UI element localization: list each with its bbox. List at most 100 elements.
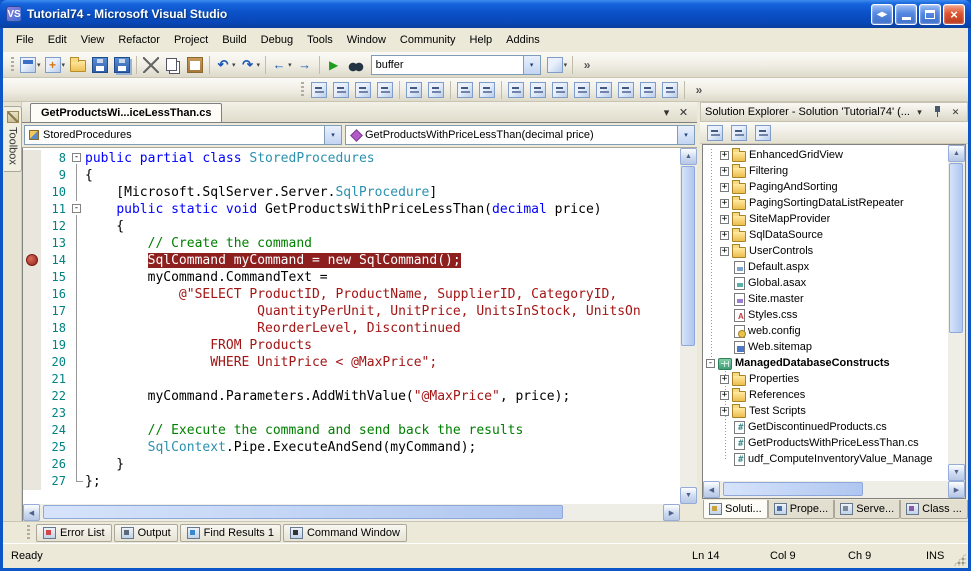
breakpoint-margin[interactable] <box>23 252 41 269</box>
undo-button[interactable]: ↶▾ <box>213 54 238 76</box>
tree-item[interactable]: +Properties <box>703 371 948 387</box>
clear-bookmarks-button[interactable] <box>659 79 681 101</box>
parameter-info-button[interactable] <box>330 79 352 101</box>
editor-vertical-scrollbar[interactable]: ▲ ▼ <box>680 148 697 504</box>
tree-item[interactable]: Site.master <box>703 291 948 307</box>
close-button[interactable]: × <box>943 4 965 25</box>
expand-plus-icon[interactable]: + <box>720 167 729 176</box>
menu-view[interactable]: View <box>74 31 112 49</box>
panel-grip[interactable] <box>27 525 30 541</box>
nest-related-files-button[interactable] <box>752 122 774 144</box>
next-bookmark-button[interactable] <box>549 79 571 101</box>
members-dropdown-arrow-icon[interactable]: ▾ <box>677 126 694 144</box>
scroll-right-icon[interactable]: ▶ <box>948 481 965 498</box>
breakpoint-margin[interactable] <box>23 150 41 167</box>
uncomment-button[interactable] <box>476 79 498 101</box>
active-files-dropdown-icon[interactable]: ▾ <box>659 105 674 119</box>
horizontal-scroll-thumb[interactable] <box>723 482 863 496</box>
breakpoint-margin[interactable] <box>23 201 41 218</box>
previous-bookmark-button[interactable] <box>527 79 549 101</box>
expand-plus-icon[interactable]: + <box>720 151 729 160</box>
previous-bookmark-folder-button[interactable] <box>571 79 593 101</box>
tab-properties[interactable]: Prope... <box>768 500 835 519</box>
tab-error-list[interactable]: Error List <box>36 524 112 542</box>
tab-server[interactable]: Serve... <box>834 500 900 519</box>
properties-button[interactable] <box>704 122 726 144</box>
minimize-button[interactable] <box>895 4 917 25</box>
tree-item[interactable]: +EnhancedGridView <box>703 147 948 163</box>
breakpoint-margin[interactable] <box>23 184 41 201</box>
save-all-button[interactable] <box>111 54 133 76</box>
tree-item[interactable]: +Test Scripts <box>703 403 948 419</box>
menu-tools[interactable]: Tools <box>300 31 340 49</box>
outline-margin[interactable] <box>71 320 85 337</box>
window-position-icon[interactable]: ▾ <box>912 105 927 119</box>
maximize-button[interactable] <box>919 4 941 25</box>
outline-margin[interactable] <box>71 269 85 286</box>
tree-item[interactable]: udf_ComputeInventoryValue_Manage <box>703 451 948 467</box>
tab-solution[interactable]: Soluti... <box>703 500 768 519</box>
breakpoint-margin[interactable] <box>23 218 41 235</box>
expand-plus-icon[interactable]: + <box>720 391 729 400</box>
display-member-list-button[interactable] <box>308 79 330 101</box>
outline-margin[interactable] <box>71 337 85 354</box>
breakpoint-margin[interactable] <box>23 286 41 303</box>
copy-button[interactable] <box>162 54 184 76</box>
outline-margin[interactable]: - <box>71 201 85 218</box>
breakpoint-margin[interactable] <box>23 388 41 405</box>
tree-item[interactable]: GetProductsWithPriceLessThan.cs <box>703 435 948 451</box>
outline-margin[interactable] <box>71 439 85 456</box>
outline-margin[interactable] <box>71 303 85 320</box>
navigate-forward-button[interactable]: → <box>294 54 316 76</box>
pin-icon[interactable] <box>930 105 945 119</box>
toolbar-grip[interactable] <box>11 57 14 73</box>
paste-button[interactable] <box>184 54 206 76</box>
breakpoint-margin[interactable] <box>23 439 41 456</box>
menu-refactor[interactable]: Refactor <box>111 31 167 49</box>
outline-margin[interactable] <box>71 371 85 388</box>
breakpoint-margin[interactable] <box>23 422 41 439</box>
toolbar-options-button[interactable]: » <box>688 79 710 101</box>
close-panel-icon[interactable]: ✕ <box>948 105 963 119</box>
breakpoint-margin[interactable] <box>23 235 41 252</box>
outline-margin[interactable] <box>71 235 85 252</box>
word-completion-button[interactable] <box>374 79 396 101</box>
breakpoint-margin[interactable] <box>23 473 41 490</box>
breakpoint-margin[interactable] <box>23 405 41 422</box>
tree-item[interactable]: Default.aspx <box>703 259 948 275</box>
scroll-right-icon[interactable]: ▶ <box>663 504 680 521</box>
toggle-bookmark-button[interactable] <box>505 79 527 101</box>
tree-item[interactable]: Web.sitemap <box>703 339 948 355</box>
outline-margin[interactable] <box>71 218 85 235</box>
menu-debug[interactable]: Debug <box>254 31 300 49</box>
expand-plus-icon[interactable]: + <box>720 247 729 256</box>
tree-item[interactable]: +SiteMapProvider <box>703 211 948 227</box>
outline-margin[interactable] <box>71 422 85 439</box>
code-editor[interactable]: 8-public partial class StoredProcedures9… <box>23 148 680 504</box>
outline-margin[interactable] <box>71 286 85 303</box>
tree-item[interactable]: +PagingAndSorting <box>703 179 948 195</box>
breakpoint-margin[interactable] <box>23 269 41 286</box>
tree-item[interactable]: +PagingSortingDataListRepeater <box>703 195 948 211</box>
vertical-scroll-thumb[interactable] <box>681 166 695 346</box>
tree-item[interactable]: Styles.css <box>703 307 948 323</box>
outline-margin[interactable] <box>71 184 85 201</box>
tree-item[interactable]: +SqlDataSource <box>703 227 948 243</box>
new-project-button[interactable]: ▾ <box>18 54 43 76</box>
expand-plus-icon[interactable]: + <box>720 183 729 192</box>
tree-item[interactable]: Global.asax <box>703 275 948 291</box>
menu-edit[interactable]: Edit <box>41 31 74 49</box>
breakpoint-margin[interactable] <box>23 303 41 320</box>
add-item-button[interactable]: ▾ <box>43 54 68 76</box>
refresh-button[interactable] <box>728 122 750 144</box>
outline-margin[interactable] <box>71 167 85 184</box>
increase-indent-button[interactable] <box>425 79 447 101</box>
save-button[interactable] <box>89 54 111 76</box>
find-combo-dropdown-icon[interactable]: ▾ <box>523 56 540 74</box>
breakpoint-margin[interactable] <box>23 337 41 354</box>
solution-explorer-titlebar[interactable]: Solution Explorer - Solution 'Tutorial74… <box>700 102 968 122</box>
scroll-left-icon[interactable]: ◀ <box>23 504 40 521</box>
breakpoint-indicator[interactable] <box>26 254 38 266</box>
collapse-box-icon[interactable]: - <box>72 153 81 162</box>
scroll-up-icon[interactable]: ▲ <box>680 148 697 165</box>
